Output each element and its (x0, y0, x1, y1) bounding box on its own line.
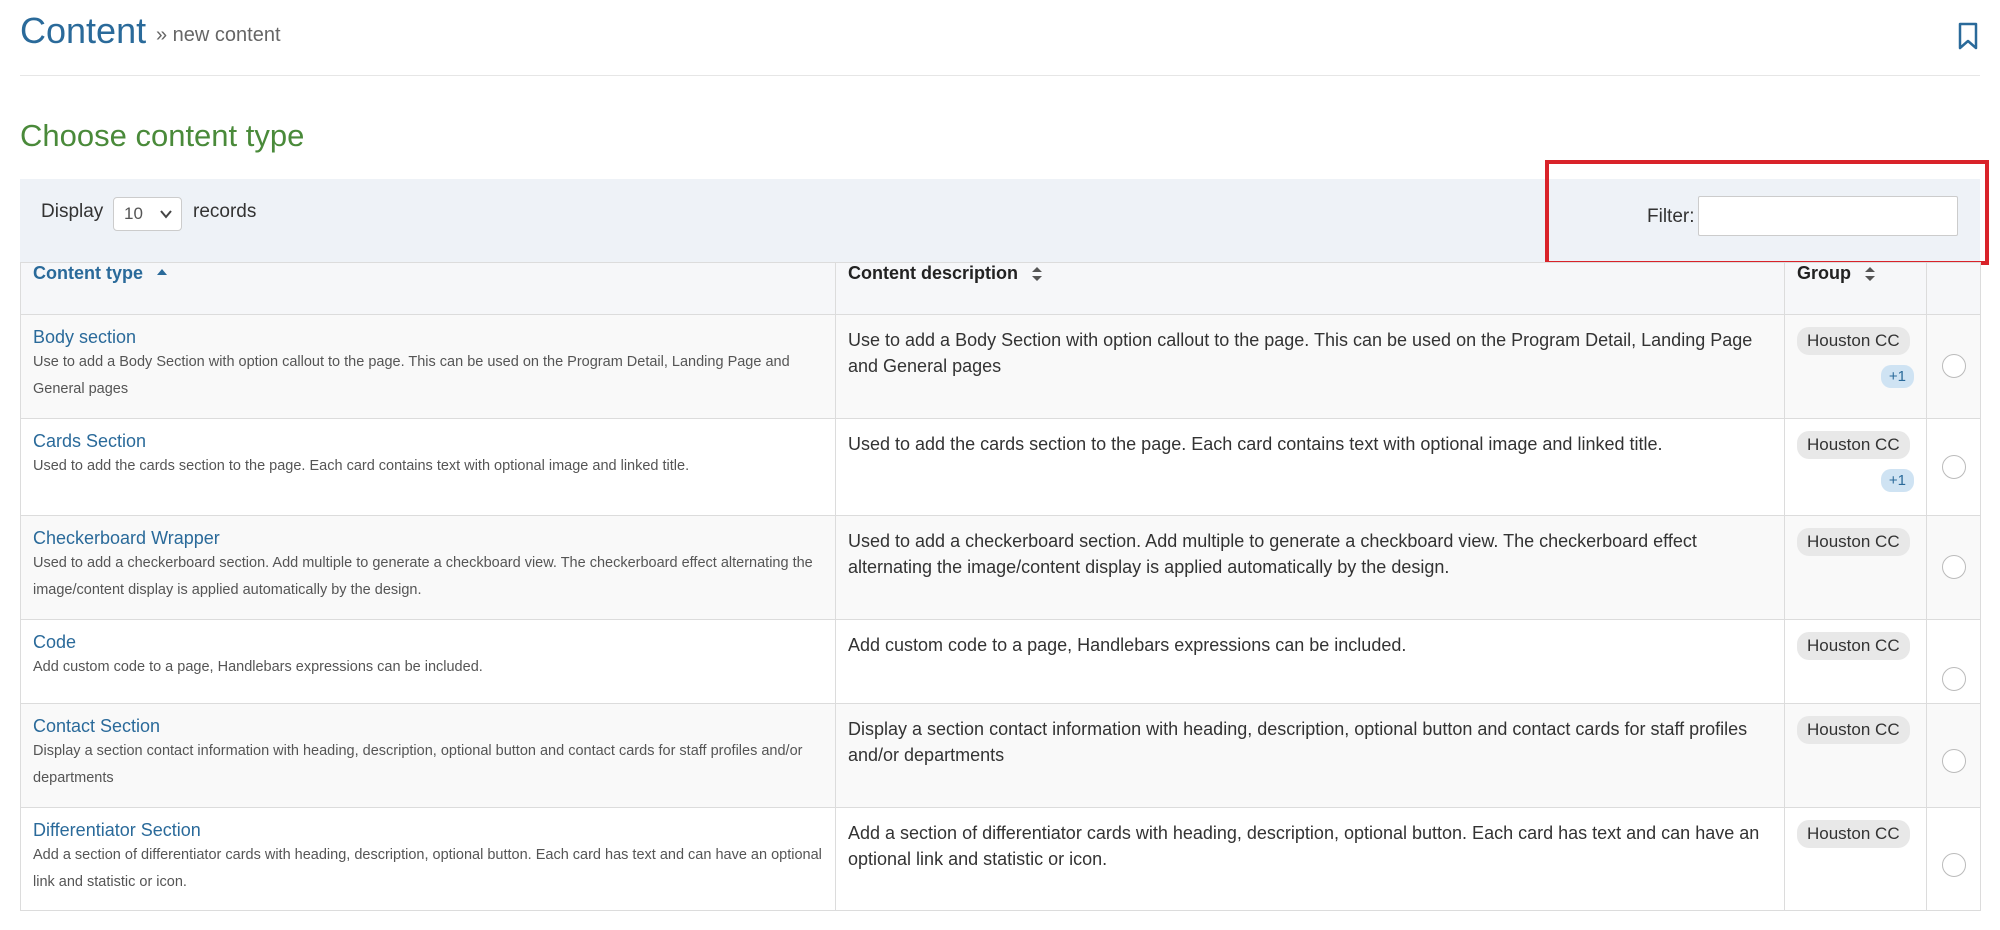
group-badge: Houston CC (1797, 716, 1910, 744)
filter-label: Filter: (1647, 206, 1695, 227)
group-badge: Houston CC (1797, 820, 1910, 848)
select-radio[interactable] (1941, 853, 1966, 877)
column-header-content-description[interactable]: Content description (835, 262, 1785, 315)
content-type-link[interactable]: Checkerboard Wrapper (33, 528, 823, 549)
content-type-table: Content type Content description Group B… (20, 262, 1981, 911)
content-type-summary: Used to add the cards section to the pag… (33, 458, 690, 474)
column-header-select (1926, 262, 1981, 315)
sort-ascending-icon (157, 269, 168, 276)
content-description: Display a section contact information wi… (835, 703, 1785, 808)
bookmark-icon[interactable] (1956, 22, 1980, 50)
select-radio[interactable] (1941, 555, 1966, 579)
more-groups-badge[interactable]: +1 (1880, 469, 1914, 492)
group-badge: Houston CC (1797, 528, 1910, 556)
column-header-content-type[interactable]: Content type (20, 262, 836, 315)
select-radio[interactable] (1941, 667, 1966, 691)
content-type-summary: Used to add a checkerboard section. Add … (33, 555, 813, 598)
page-size-value: 10 (124, 204, 143, 223)
table-row[interactable]: Code Add custom code to a page, Handleba… (20, 619, 1981, 704)
content-description: Use to add a Body Section with option ca… (835, 314, 1785, 419)
content-description: Used to add the cards section to the pag… (835, 418, 1785, 516)
sort-icon (1865, 267, 1876, 282)
content-type-summary: Add custom code to a page, Handlebars ex… (33, 659, 483, 675)
breadcrumb: » new content (156, 24, 281, 46)
page-title: Content (20, 10, 147, 51)
records-label: records (193, 201, 257, 222)
select-radio[interactable] (1941, 455, 1966, 479)
table-toolbar: Display 10 records Filter: (20, 179, 1980, 262)
select-radio[interactable] (1941, 354, 1966, 378)
display-label: Display (41, 201, 104, 222)
content-type-link[interactable]: Code (33, 632, 823, 653)
filter-input[interactable] (1698, 196, 1958, 236)
content-type-summary: Display a section contact information wi… (33, 743, 803, 786)
more-groups-badge[interactable]: +1 (1880, 365, 1914, 388)
content-type-link[interactable]: Differentiator Section (33, 820, 823, 841)
table-row[interactable]: Checkerboard Wrapper Used to add a check… (20, 515, 1981, 620)
table-row[interactable]: Cards Section Used to add the cards sect… (20, 418, 1981, 516)
group-badge: Houston CC (1797, 632, 1910, 660)
table-row[interactable]: Differentiator Section Add a section of … (20, 807, 1981, 911)
content-description: Add custom code to a page, Handlebars ex… (835, 619, 1785, 704)
table-row[interactable]: Contact Section Display a section contac… (20, 703, 1981, 808)
group-badge: Houston CC (1797, 327, 1910, 355)
sort-icon (1032, 267, 1043, 282)
content-type-summary: Use to add a Body Section with option ca… (33, 354, 790, 397)
content-type-link[interactable]: Contact Section (33, 716, 823, 737)
page-header: Content » new content (20, 0, 1980, 76)
table-row[interactable]: Body section Use to add a Body Section w… (20, 314, 1981, 419)
column-header-group[interactable]: Group (1784, 262, 1927, 315)
select-radio[interactable] (1941, 749, 1966, 773)
content-description: Add a section of differentiator cards wi… (835, 807, 1785, 911)
group-badge: Houston CC (1797, 431, 1910, 459)
page-size-select[interactable]: 10 (113, 197, 182, 231)
chevron-down-icon (160, 210, 172, 219)
content-type-summary: Add a section of differentiator cards wi… (33, 847, 822, 890)
content-description: Used to add a checkerboard section. Add … (835, 515, 1785, 620)
content-type-link[interactable]: Cards Section (33, 431, 823, 452)
table-header-row: Content type Content description Group (20, 262, 1981, 315)
section-title: Choose content type (20, 118, 305, 153)
content-type-link[interactable]: Body section (33, 327, 823, 348)
